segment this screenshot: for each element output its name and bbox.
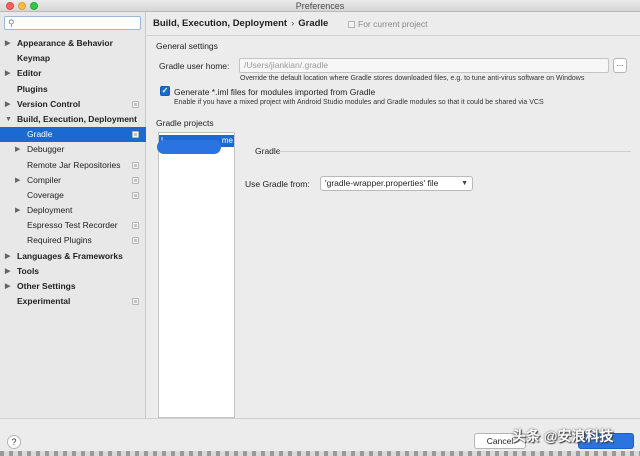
sidebar-item-label: Deployment	[27, 205, 73, 216]
expand-arrow-right-icon[interactable]: ▶	[15, 173, 20, 188]
gradle-user-home-label: Gradle user home:	[159, 61, 230, 71]
project-scope-icon	[132, 237, 139, 245]
watermark: 头条 @安浪科技	[512, 428, 614, 444]
redaction-mark	[157, 140, 221, 154]
sidebar-item-experimental[interactable]: Experimental	[0, 294, 146, 309]
expand-arrow-down-icon[interactable]: ▼	[5, 112, 12, 127]
expand-arrow-right-icon[interactable]: ▶	[5, 97, 10, 112]
title-bar: Preferences	[0, 0, 640, 12]
gradle-projects-title: Gradle projects	[156, 118, 214, 128]
sidebar-item-build-execution-deployment[interactable]: ▼ Build, Execution, Deployment	[0, 112, 146, 127]
gradle-user-home-hint: Override the default location where Grad…	[240, 75, 585, 82]
checkmark-icon: ✓	[161, 86, 169, 95]
settings-tree: ▶ Appearance & Behavior Keymap ▶ Editor Plugi…	[0, 36, 146, 309]
expand-arrow-right-icon[interactable]: ▶	[15, 142, 20, 157]
sidebar-item-label: Debugger	[27, 144, 65, 155]
sidebar-item-label: Required Plugins	[27, 235, 92, 246]
sidebar-item-plugins[interactable]: Plugins	[0, 82, 146, 97]
gradle-projects-list[interactable]: L me	[158, 132, 235, 418]
settings-sidebar: ⚲ ▶ Appearance & Behavior Keymap ▶ Editor Plu…	[0, 12, 146, 418]
sidebar-item-tools[interactable]: ▶ Tools	[0, 264, 146, 279]
project-icon	[348, 21, 355, 28]
sidebar-item-label: Other Settings	[17, 281, 76, 291]
sidebar-item-label: Plugins	[17, 83, 48, 94]
sidebar-item-gradle[interactable]: Gradle	[0, 127, 146, 143]
sidebar-item-label: Gradle	[27, 129, 53, 140]
sidebar-item-espresso-test-recorder[interactable]: Espresso Test Recorder	[0, 218, 146, 233]
sidebar-item-other-settings[interactable]: ▶ Other Settings	[0, 279, 146, 294]
expand-arrow-right-icon[interactable]: ▶	[5, 264, 10, 279]
sidebar-item-appearance-behavior[interactable]: ▶ Appearance & Behavior	[0, 36, 146, 51]
for-current-project-label: For current project	[358, 19, 428, 29]
general-settings-title: General settings	[156, 41, 218, 51]
bottom-edge-strip	[0, 451, 640, 456]
project-scope-icon	[132, 176, 139, 184]
gradle-project-item-end: me	[221, 136, 233, 145]
expand-arrow-right-icon[interactable]: ▶	[5, 36, 10, 51]
sidebar-item-label: Remote Jar Repositories	[27, 159, 121, 170]
sidebar-item-required-plugins[interactable]: Required Plugins	[0, 233, 146, 248]
sidebar-item-label: Version Control	[17, 98, 81, 109]
breadcrumb-separator: ›	[291, 18, 295, 29]
expand-arrow-right-icon[interactable]: ▶	[5, 66, 10, 81]
gradle-user-home-field[interactable]: /Users/jiankian/.gradle	[239, 58, 609, 73]
gradle-section-divider	[279, 151, 631, 152]
project-scope-icon	[132, 100, 139, 108]
sidebar-item-label: Espresso Test Recorder	[27, 220, 118, 231]
breadcrumb-parent[interactable]: Build, Execution, Deployment	[153, 18, 287, 29]
search-icon: ⚲	[8, 18, 15, 28]
sidebar-item-label: Languages & Frameworks	[17, 250, 123, 261]
use-gradle-from-label: Use Gradle from:	[245, 179, 310, 189]
sidebar-item-version-control[interactable]: ▶ Version Control	[0, 97, 146, 112]
sidebar-item-label: Compiler	[27, 174, 62, 185]
gradle-settings-panel: Build, Execution, Deployment › Gradle For …	[147, 12, 640, 418]
project-scope-icon	[132, 131, 139, 139]
window-title: Preferences	[295, 1, 345, 11]
sidebar-item-remote-jar-repositories[interactable]: Remote Jar Repositories	[0, 158, 146, 173]
expand-arrow-right-icon[interactable]: ▶	[5, 249, 10, 264]
sidebar-item-editor[interactable]: ▶ Editor	[0, 66, 146, 81]
sidebar-item-languages-frameworks[interactable]: ▶ Languages & Frameworks	[0, 249, 146, 264]
header-divider	[147, 35, 640, 36]
gradle-section-title: Gradle	[255, 146, 281, 156]
preferences-window: Preferences ⚲ ▶ Appearance & Behavior Keym…	[0, 0, 640, 456]
breadcrumb: Build, Execution, Deployment › Gradle	[153, 17, 328, 31]
help-button[interactable]: ?	[7, 435, 21, 449]
browse-button[interactable]: ...	[613, 58, 627, 73]
dropdown-arrow-icon: ▼	[461, 180, 468, 187]
search-input[interactable]	[19, 17, 137, 29]
project-scope-icon	[132, 161, 139, 169]
sidebar-item-label: Build, Execution, Deployment	[17, 113, 137, 124]
sidebar-item-label: Appearance & Behavior	[17, 38, 113, 48]
sidebar-item-label: Experimental	[17, 296, 71, 307]
project-scope-icon	[132, 191, 139, 199]
project-scope-icon	[132, 222, 139, 230]
settings-search[interactable]: ⚲	[4, 16, 141, 30]
sidebar-item-deployment[interactable]: ▶ Deployment	[0, 203, 146, 218]
sidebar-item-label: Coverage	[27, 189, 64, 200]
use-gradle-from-select[interactable]: 'gradle-wrapper.properties' file ▼	[320, 176, 473, 191]
sidebar-item-label: Editor	[17, 68, 42, 79]
generate-iml-hint: Enable if you have a mixed project with …	[174, 99, 544, 106]
expand-arrow-right-icon[interactable]: ▶	[5, 279, 10, 294]
expand-arrow-right-icon[interactable]: ▶	[15, 203, 20, 218]
generate-iml-label[interactable]: Generate *.iml files for modules importe…	[174, 87, 375, 97]
sidebar-item-compiler[interactable]: ▶ Compiler	[0, 173, 146, 188]
project-scope-icon	[132, 298, 139, 306]
breadcrumb-current: Gradle	[298, 18, 329, 29]
sidebar-item-label: Tools	[17, 265, 40, 276]
for-current-project-note: For current project	[348, 18, 427, 30]
use-gradle-from-value: 'gradle-wrapper.properties' file	[325, 178, 439, 188]
sidebar-item-coverage[interactable]: Coverage	[0, 188, 146, 203]
sidebar-item-label: Keymap	[17, 53, 51, 64]
sidebar-item-keymap[interactable]: Keymap	[0, 51, 146, 66]
sidebar-item-debugger[interactable]: ▶ Debugger	[0, 142, 146, 157]
generate-iml-checkbox[interactable]: ✓	[160, 86, 170, 96]
